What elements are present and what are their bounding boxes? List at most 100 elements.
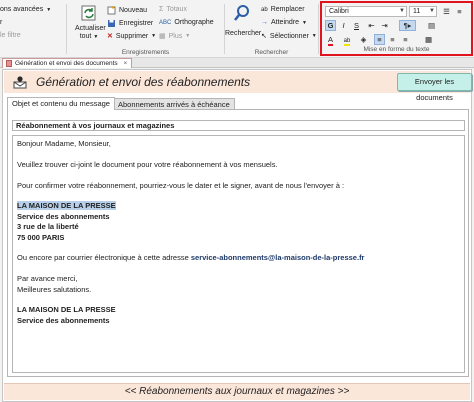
tab-message-content[interactable]: Objet et contenu du message — [7, 97, 115, 110]
subject-field[interactable]: Réabonnement à vos journaux et magazines — [12, 120, 465, 131]
document-tab[interactable]: Génération et envoi des documents × — [2, 58, 133, 68]
filter-option[interactable]: r — [0, 19, 2, 26]
message-body-field[interactable]: Bonjour Madame, Monsieur, Veuillez trouv… — [12, 135, 465, 373]
chevron-down-icon: ▼ — [185, 33, 191, 39]
find-group: Rechercher ab Remplacer → Atteindre ▼ ↖ … — [225, 0, 318, 58]
toggle-filter-label: le filtre — [0, 32, 21, 39]
new-record-icon — [107, 6, 116, 15]
save-button[interactable]: Enregistrer — [107, 19, 153, 28]
fill-color-icon[interactable]: ◈ — [358, 34, 369, 45]
address-line-4: 75 000 PARIS — [17, 232, 65, 242]
increase-indent-icon[interactable]: ⇥ — [379, 20, 390, 31]
toggle-filter-button[interactable]: le filtre — [0, 32, 21, 39]
text-format-group-label: Mise en forme du texte — [363, 46, 430, 53]
select-button[interactable]: ↖ Sélectionner ▼ — [261, 32, 317, 41]
select-label: Sélectionner — [269, 32, 309, 40]
records-group: Actualiser tout ▼ Nouveau Enregistrer ✕ … — [67, 0, 224, 58]
search-label: Rechercher — [225, 30, 262, 37]
search-icon — [234, 5, 249, 21]
form-header: Génération et envoi des réabonnements En… — [4, 71, 472, 102]
underline-button[interactable]: S — [351, 20, 362, 31]
greeting-text: Bonjour Madame, Monsieur, — [17, 139, 111, 148]
instruction-text: Pour confirmer votre réabonnement, pourr… — [17, 180, 345, 190]
font-value: Calibri — [329, 8, 349, 15]
alt-row-color-icon[interactable]: ▦ — [423, 34, 434, 45]
address-line-2: Service des abonnements — [17, 211, 110, 221]
address-line-1: LA MAISON DE LA PRESSE — [17, 201, 116, 211]
search-button[interactable]: Rechercher — [225, 4, 262, 38]
refresh-label: Actualiser — [75, 25, 106, 32]
bold-button[interactable]: G — [325, 20, 336, 31]
replace-icon: ab — [261, 6, 268, 13]
gridlines-icon[interactable]: ▤ — [423, 20, 440, 31]
find-group-label: Rechercher — [254, 49, 289, 56]
document-tab-strip: Génération et envoi des documents × — [0, 58, 474, 68]
text-format-group: Calibri ▼ 11 ▼ ☰ ≡ G I S ⇤ ⇥ ¶▸ ▤ A ab ◈… — [320, 1, 473, 56]
delete-label: Supprimer — [115, 32, 149, 40]
ribbon-separator — [318, 4, 319, 54]
regards-text: Meilleures salutations. — [17, 284, 92, 294]
italic-button[interactable]: I — [338, 20, 349, 31]
save-label: Enregistrer — [119, 20, 154, 27]
decrease-indent-icon[interactable]: ⇤ — [366, 20, 377, 31]
form-footer: << Réabonnements aux journaux et magazin… — [4, 383, 470, 400]
refresh-icon — [81, 5, 96, 21]
email-link[interactable]: service-abonnements@la-maison-de-la-pres… — [191, 253, 365, 262]
form-window: Génération et envoi des réabonnements En… — [2, 69, 472, 402]
replace-button[interactable]: ab Remplacer — [261, 6, 305, 13]
close-icon[interactable]: × — [123, 60, 127, 67]
arrow-right-icon: → — [261, 19, 268, 26]
totals-button[interactable]: Σ Totaux — [159, 6, 187, 13]
align-center-icon[interactable]: ≡ — [387, 34, 398, 45]
intro-text: Veuillez trouver ci-joint le document po… — [17, 159, 278, 169]
new-record-button[interactable]: Nouveau — [107, 6, 147, 15]
numbered-list-icon[interactable]: ≡ — [454, 6, 465, 17]
signature-line-1: LA MAISON DE LA PRESSE — [17, 305, 116, 315]
totals-label: Totaux — [166, 6, 187, 13]
thanks-text: Par avance merci, — [17, 274, 78, 284]
spellcheck-icon: ABC — [159, 19, 172, 26]
signature-line-2: Service des abonnements — [17, 315, 110, 325]
highlight-button[interactable]: ab — [340, 34, 354, 46]
chevron-down-icon: ▼ — [151, 33, 157, 39]
mail-icon — [13, 76, 27, 89]
highlight-label: ab — [343, 38, 351, 46]
goto-button[interactable]: → Atteindre ▼ — [261, 19, 307, 26]
refresh-label-2: tout ▼ — [79, 33, 99, 40]
email-intro-text: Ou encore par courrier électronique à ce… — [17, 253, 191, 263]
more-label: Plus — [168, 32, 183, 40]
sigma-icon: Σ — [159, 6, 164, 13]
align-left-icon[interactable]: ≡ — [374, 34, 385, 45]
cursor-icon: ↖ — [261, 33, 267, 40]
records-group-label: Enregistrements — [121, 49, 170, 56]
advanced-filter-label: ons avancées — [0, 6, 44, 13]
chevron-down-icon: ▼ — [399, 8, 405, 14]
font-size-value: 11 — [413, 8, 421, 15]
delete-button[interactable]: ✕ Supprimer ▼ — [107, 32, 157, 41]
advanced-filter-button[interactable]: ons avancées ▼ — [0, 6, 51, 13]
font-color-button[interactable]: A — [325, 34, 336, 46]
chevron-down-icon: ▼ — [429, 8, 435, 14]
new-record-label: Nouveau — [119, 7, 148, 14]
email-line: Ou encore par courrier électronique à ce… — [17, 253, 460, 263]
tab-panel: Réabonnement à vos journaux et magazines… — [7, 109, 469, 377]
font-size-select[interactable]: 11 ▼ — [409, 6, 437, 17]
address-line-3: 3 rue de la liberté — [17, 222, 79, 232]
align-right-icon[interactable]: ≡ — [400, 34, 411, 45]
more-icon: ▦ — [159, 33, 166, 40]
font-select[interactable]: Calibri ▼ — [325, 6, 407, 17]
ltr-text-icon[interactable]: ¶▸ — [399, 20, 416, 31]
refresh-all-button[interactable]: Actualiser tout ▼ — [75, 4, 106, 41]
spelling-label: Orthographe — [174, 19, 214, 26]
chevron-down-icon: ▼ — [302, 19, 307, 26]
form-title: Génération et envoi des réabonnements — [36, 75, 251, 89]
send-documents-button[interactable]: Envoyer les documents — [397, 73, 472, 102]
save-icon — [108, 20, 115, 27]
bullet-list-icon[interactable]: ☰ — [441, 6, 452, 17]
more-button[interactable]: ▦ Plus ▼ — [159, 32, 191, 41]
filter-option-label: r — [0, 19, 3, 26]
chevron-down-icon: ▼ — [46, 6, 52, 13]
spelling-button[interactable]: ABC Orthographe — [159, 19, 214, 26]
document-tab-label: Génération et envoi des documents — [15, 60, 118, 67]
chevron-down-icon: ▼ — [311, 33, 317, 39]
